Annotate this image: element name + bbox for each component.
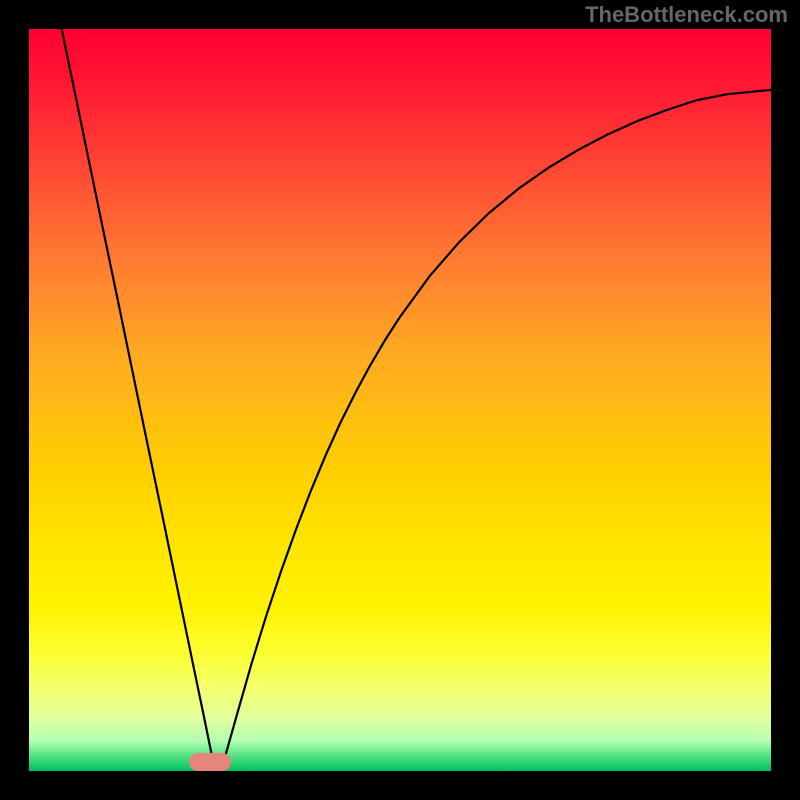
- chart-container: TheBottleneck.com: [0, 0, 800, 800]
- watermark-text: TheBottleneck.com: [585, 2, 788, 28]
- bottleneck-curve: [29, 29, 771, 771]
- optimal-marker: [189, 753, 231, 771]
- plot-area: [29, 29, 771, 771]
